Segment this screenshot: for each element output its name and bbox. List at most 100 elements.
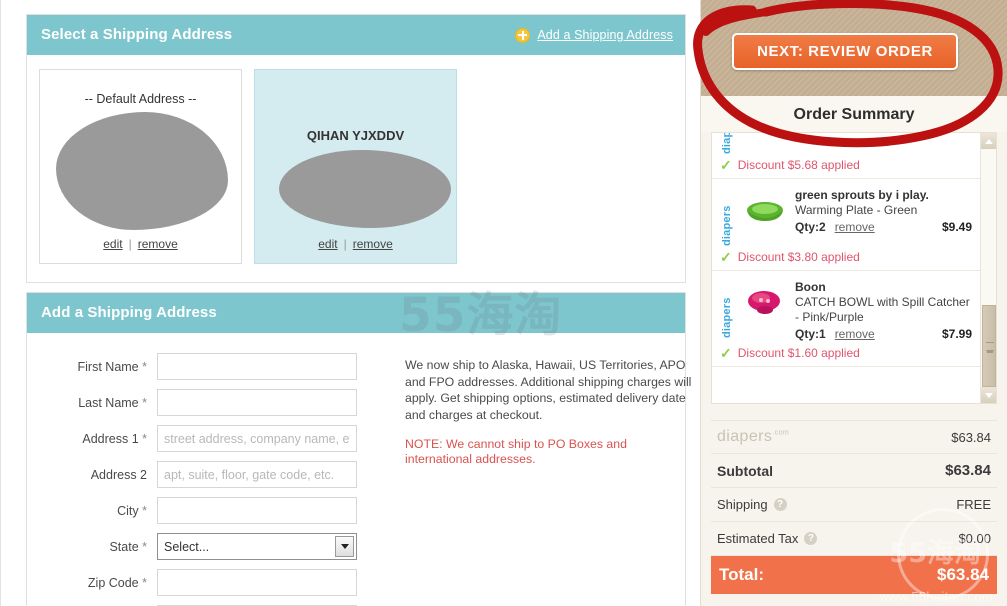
- address-2-label: Address 2: [27, 468, 157, 482]
- cart-scrollbar[interactable]: [980, 133, 996, 403]
- address-card-list: -- Default Address -- edit | remove QIHAN …: [27, 55, 685, 282]
- cart-item-discount-text: Discount $3.80 applied: [737, 250, 860, 264]
- next-review-order-button[interactable]: NEXT: REVIEW ORDER: [732, 33, 958, 70]
- cart-item: diapers Boon CATCH BOWL with Spill Catch…: [712, 271, 980, 367]
- address-1-label: Address 1 *: [27, 432, 157, 446]
- totals-row-shipping: Shipping ? FREE: [711, 488, 997, 522]
- totals-row-value: $0.00: [958, 531, 991, 546]
- check-icon: ✓: [720, 249, 732, 265]
- cart-item: diapers Qty:2 remove: [712, 132, 980, 179]
- address-card-selected[interactable]: QIHAN YJXDDV edit | remove: [254, 69, 457, 264]
- form-row-state: State * Select...: [27, 533, 685, 560]
- first-name-input[interactable]: [157, 353, 357, 380]
- totals-row-subtotal: Subtotal $63.84: [711, 454, 997, 488]
- label-text: First Name: [77, 359, 139, 374]
- city-label: City *: [27, 504, 157, 518]
- state-select[interactable]: Select...: [157, 533, 357, 560]
- add-shipping-address-action[interactable]: Add a Shipping Address: [515, 15, 673, 55]
- cart-item-discount: ✓ Discount $5.68 applied: [720, 158, 972, 172]
- totals-row-estimated-tax: Estimated Tax ? $0.00: [711, 522, 997, 556]
- shipping-note-text: We now ship to Alaska, Hawaii, US Territ…: [405, 358, 692, 422]
- scroll-up-arrow-icon[interactable]: [981, 133, 996, 149]
- label-text: Address 2: [90, 467, 147, 482]
- cart-item-name: CATCH BOWL with Spill Catcher - Pink/Pur…: [795, 295, 970, 324]
- diapers-logo-sup: .com: [772, 429, 790, 437]
- panel-title: Add a Shipping Address: [41, 304, 217, 321]
- action-separator: |: [128, 237, 132, 251]
- chevron-down-icon[interactable]: [335, 536, 354, 557]
- city-input[interactable]: [157, 497, 357, 524]
- pink-bowl-icon: [741, 280, 789, 328]
- cart-item-main: diapers green sprouts by i play. Warming…: [720, 188, 972, 246]
- first-name-label: First Name *: [27, 360, 157, 374]
- cart-item-info: green sprouts by i play. Warming Plate -…: [795, 188, 972, 246]
- plus-circle-icon: [515, 27, 531, 43]
- help-icon[interactable]: ?: [804, 532, 818, 545]
- address-remove-link[interactable]: remove: [138, 237, 178, 251]
- address-remove-link[interactable]: remove: [353, 237, 393, 251]
- blue-bowl-icon: [741, 133, 789, 144]
- diapers-brandmark-icon: diapers: [721, 297, 733, 338]
- zip-code-input[interactable]: [157, 569, 357, 596]
- cart-item-main: diapers Boon CATCH BOWL with Spill Catch…: [720, 280, 972, 342]
- state-select-value: Select...: [164, 539, 210, 554]
- totals-row-diapers: diapers.com $63.84: [711, 420, 997, 454]
- address-card-title: -- Default Address --: [84, 92, 197, 106]
- address-card-default[interactable]: -- Default Address -- edit | remove: [39, 69, 242, 264]
- add-shipping-address-panel: Add a Shipping Address First Name * Last…: [26, 292, 691, 606]
- address-edit-link[interactable]: edit: [103, 237, 122, 251]
- cart-items-scroll-region: diapers Qty:2 remove: [711, 132, 997, 404]
- cart-item-brand: green sprouts by i play.: [795, 188, 929, 202]
- cart-item-discount-text: Discount $5.68 applied: [737, 158, 860, 172]
- totals-row-label: Estimated Tax: [717, 531, 799, 546]
- shipping-note: We now ship to Alaska, Hawaii, US Territ…: [405, 357, 695, 467]
- required-marker: *: [142, 575, 147, 590]
- cart-item-qty-row: Qty:2 remove $9.49: [795, 219, 972, 235]
- cart-item-discount: ✓ Discount $3.80 applied: [720, 250, 972, 264]
- check-icon: ✓: [720, 157, 732, 173]
- totals-row-value: $63.84: [945, 462, 991, 479]
- last-name-input[interactable]: [157, 389, 357, 416]
- cart-item-brand: Boon: [795, 280, 826, 294]
- add-shipping-address-header: Add a Shipping Address: [27, 293, 685, 333]
- cart-item-remove-link[interactable]: remove: [835, 219, 875, 235]
- required-marker: *: [142, 539, 147, 554]
- cart-item-info: Boon CATCH BOWL with Spill Catcher - Pin…: [795, 280, 972, 342]
- panel-title: Select a Shipping Address: [41, 26, 233, 43]
- address-card-title: QIHAN YJXDDV: [306, 128, 405, 143]
- label-text: Address 1: [82, 431, 139, 446]
- add-shipping-address-link[interactable]: Add a Shipping Address: [537, 15, 673, 55]
- cart-item-qty: Qty:2: [795, 220, 826, 234]
- label-text: Zip Code: [87, 575, 139, 590]
- label-text: City: [117, 503, 139, 518]
- cart-item-discount-text: Discount $1.60 applied: [737, 346, 860, 360]
- diapers-brandmark-icon: diapers: [721, 132, 733, 154]
- cta-strip: NEXT: REVIEW ORDER: [701, 0, 1007, 96]
- required-marker: *: [142, 503, 147, 518]
- state-label: State *: [27, 540, 157, 554]
- required-marker: *: [142, 359, 147, 374]
- order-summary-title: Order Summary: [701, 96, 1007, 132]
- scrollbar-thumb[interactable]: [982, 305, 996, 387]
- cart-item-info: Qty:2 remove $14.19: [795, 133, 972, 154]
- order-total-label: Total:: [719, 565, 765, 584]
- green-plate-icon: [741, 188, 789, 236]
- cart-item: diapers green sprouts by i play. Warming…: [712, 179, 980, 271]
- cart-item-remove-link[interactable]: remove: [835, 326, 875, 342]
- cart-items-list: diapers Qty:2 remove: [712, 132, 980, 367]
- form-row-zip-code: Zip Code *: [27, 569, 685, 596]
- address-edit-link[interactable]: edit: [318, 237, 337, 251]
- shipping-warning-text: NOTE: We cannot ship to PO Boxes and int…: [405, 437, 627, 466]
- totals-row-label: Shipping: [717, 497, 768, 512]
- form-row-city: City *: [27, 497, 685, 524]
- scroll-down-arrow-icon[interactable]: [981, 387, 996, 403]
- address-1-input[interactable]: [157, 425, 357, 452]
- address-2-input[interactable]: [157, 461, 357, 488]
- redacted-address-block: [279, 150, 451, 228]
- action-separator: |: [343, 237, 347, 251]
- diapers-logo: diapers.com: [717, 428, 789, 446]
- main-content: Select a Shipping Address Add a Shipping…: [0, 0, 700, 606]
- cart-item-qty: Qty:1: [795, 327, 826, 341]
- help-icon[interactable]: ?: [773, 498, 787, 511]
- required-marker: *: [142, 395, 147, 410]
